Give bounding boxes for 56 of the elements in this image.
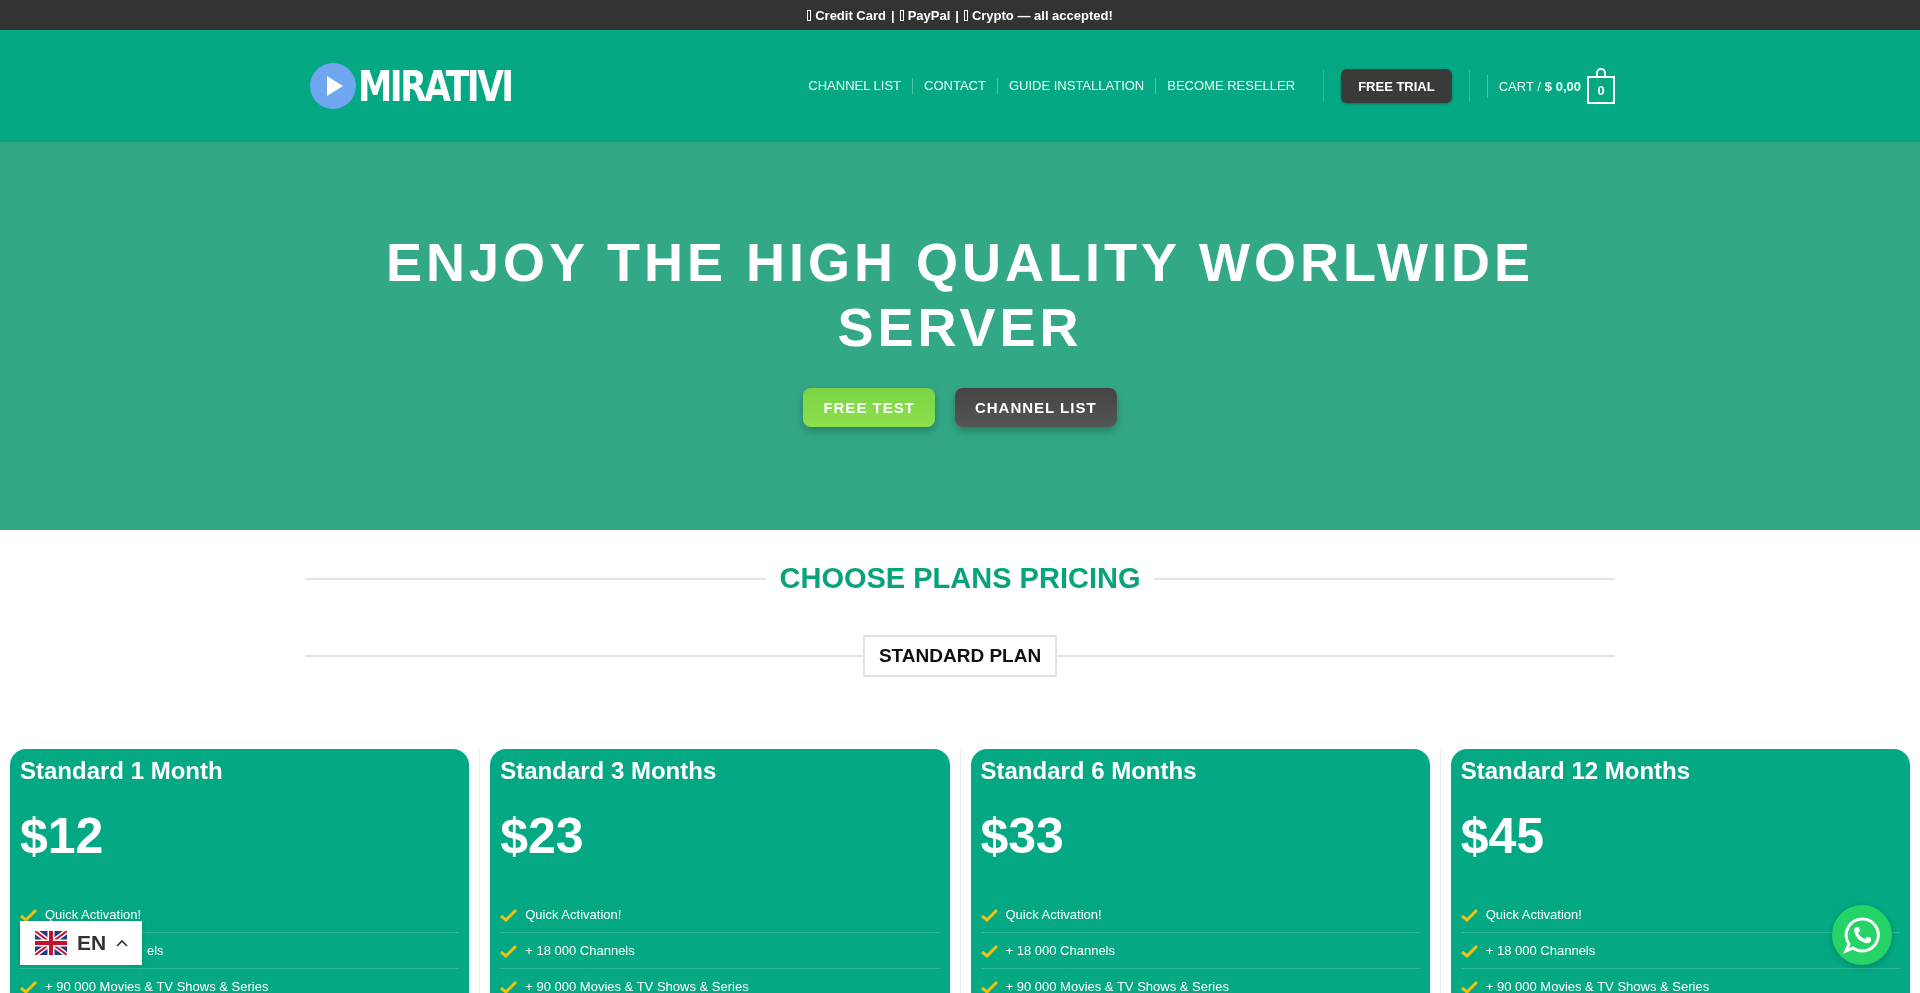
check-icon bbox=[500, 979, 518, 993]
feature-text: Quick Activation! bbox=[1485, 907, 1582, 922]
check-icon bbox=[500, 943, 518, 958]
check-icon bbox=[980, 943, 998, 958]
caret-up-icon bbox=[116, 939, 129, 947]
announcement-text: PayPal bbox=[907, 7, 951, 23]
nav-link[interactable]: CONTACT bbox=[912, 78, 997, 94]
feature-text: els bbox=[147, 943, 164, 958]
section-title: CHOOSE PLANS PRICING bbox=[779, 562, 1141, 595]
check-icon bbox=[1460, 979, 1478, 993]
plan-name: Standard 6 Months bbox=[980, 757, 1198, 785]
plan-name: Standard 12 Months bbox=[1460, 757, 1692, 785]
nav-link[interactable]: GUIDE INSTALLATION bbox=[996, 78, 1156, 94]
feature-text: + 18 000 Channels bbox=[525, 943, 635, 958]
language-switcher[interactable]: EN bbox=[20, 921, 142, 965]
chat-phone-icon bbox=[1843, 916, 1881, 954]
hero-title: ENJOY THE HIGH QUALITY WORLWIDE SERVER bbox=[385, 231, 1535, 359]
separator-text: | bbox=[891, 7, 895, 23]
feature-text: Quick Activation! bbox=[45, 907, 142, 922]
check-icon bbox=[20, 907, 37, 922]
feature-text: + 90 000 Movies & TV Shows & Series bbox=[525, 979, 749, 993]
announcement-text: Credit Card bbox=[815, 7, 886, 23]
check-icon bbox=[20, 979, 37, 993]
missing-glyph-icon bbox=[807, 9, 812, 21]
check-icon bbox=[1460, 907, 1478, 922]
missing-glyph-icon bbox=[963, 9, 968, 21]
plan-price: $33 bbox=[980, 807, 1065, 865]
feature-text: + 90 000 Movies & TV Shows & Series bbox=[45, 979, 269, 993]
plan-name: Standard 1 Month bbox=[20, 757, 224, 785]
feature-text: + 18 000 Channels bbox=[1485, 943, 1596, 958]
feature-text: + 90 000 Movies & TV Shows & Series bbox=[1005, 979, 1229, 993]
feature-text: + 90 000 Movies & TV Shows & Series bbox=[1485, 979, 1710, 993]
missing-glyph-icon bbox=[899, 9, 904, 21]
separator-text: | bbox=[955, 7, 959, 23]
plan-label: STANDARD PLAN bbox=[862, 635, 1058, 677]
play-logo-icon bbox=[310, 63, 356, 109]
free-test-button[interactable]: FREE TEST bbox=[803, 388, 935, 427]
cart-link[interactable]: CART / $ 0,00 bbox=[1486, 74, 1581, 98]
feature-text: Quick Activation! bbox=[525, 907, 622, 922]
check-icon bbox=[980, 979, 998, 993]
check-icon bbox=[1460, 943, 1478, 958]
plan-name: Standard 3 Months bbox=[500, 757, 718, 785]
free-trial-button[interactable]: FREE TRIAL bbox=[1341, 69, 1452, 103]
nav-link[interactable]: CHANNEL LIST bbox=[797, 78, 913, 94]
channel-list-button[interactable]: CHANNEL LIST bbox=[954, 388, 1117, 427]
flag-icon bbox=[35, 931, 67, 955]
check-icon bbox=[500, 907, 518, 922]
nav-link[interactable]: BECOME RESELLER bbox=[1155, 78, 1307, 94]
plan-price: $12 bbox=[20, 807, 105, 865]
check-icon bbox=[980, 907, 998, 922]
plan-price: $45 bbox=[1460, 807, 1546, 865]
announcement-text: Crypto — all accepted! bbox=[971, 7, 1113, 23]
feature-text: + 18 000 Channels bbox=[1005, 943, 1115, 958]
plan-price: $23 bbox=[500, 807, 585, 865]
feature-text: Quick Activation! bbox=[1005, 907, 1102, 922]
logo-text[interactable]: MIRATIVI bbox=[358, 61, 512, 111]
